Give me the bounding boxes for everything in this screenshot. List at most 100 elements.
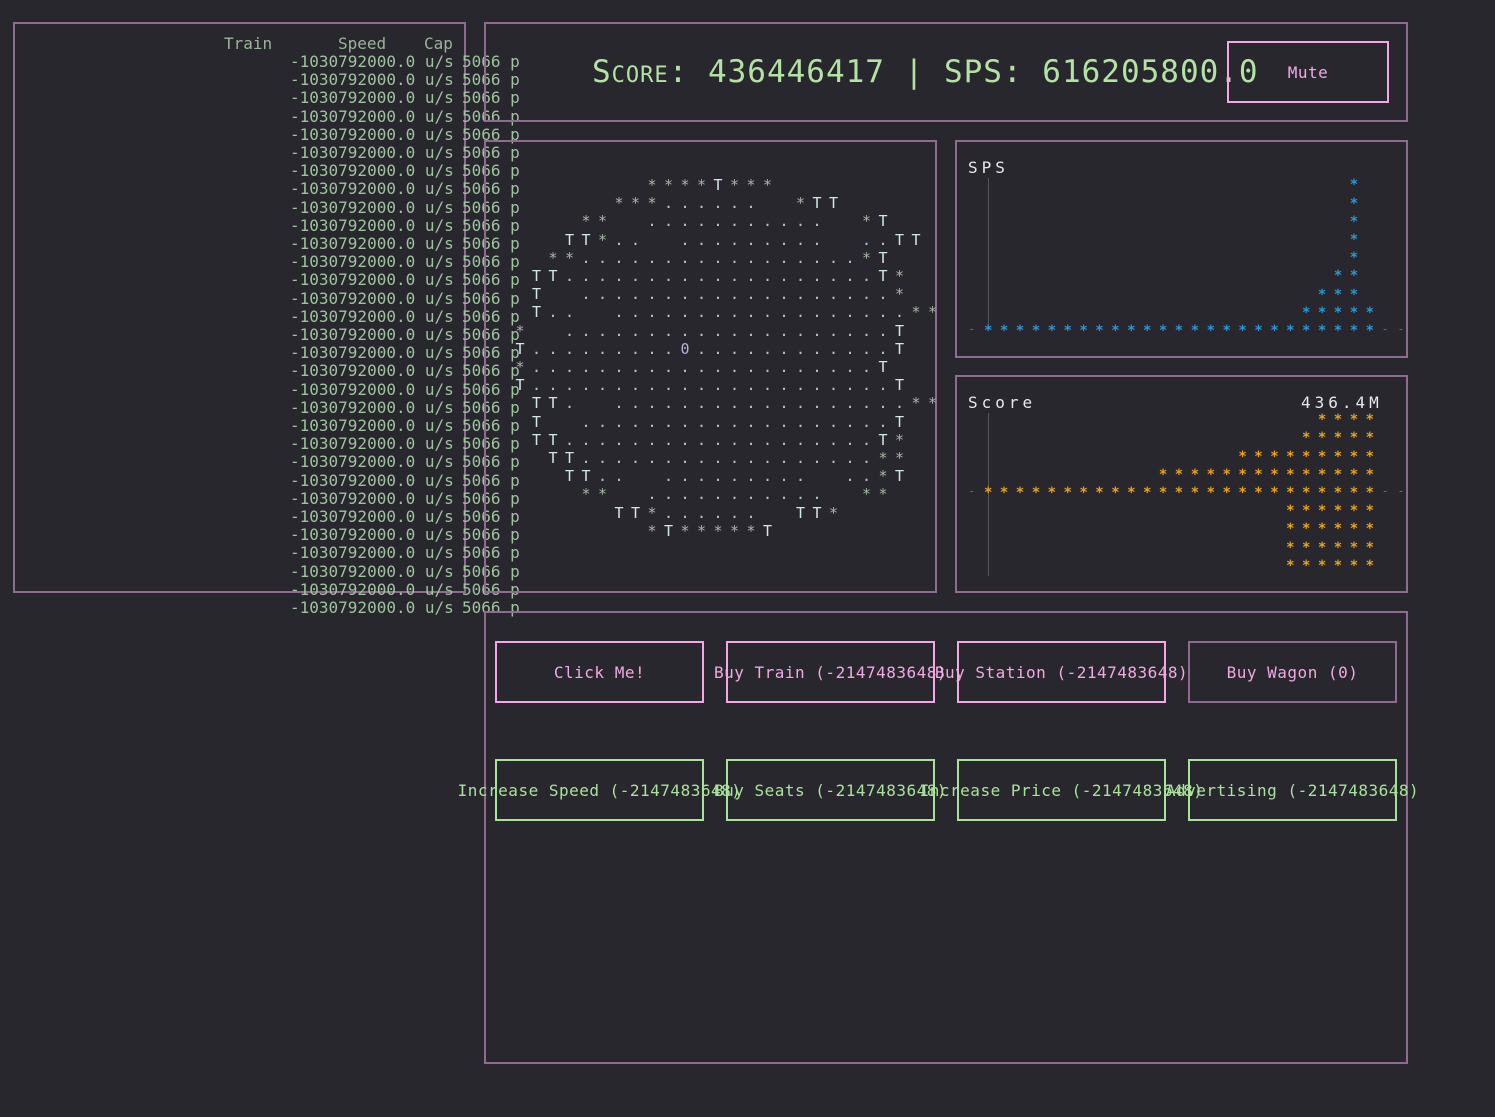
buy-seats-button[interactable]: Buy Seats (-2147483648) xyxy=(714,759,947,821)
track-dot: . xyxy=(795,267,806,285)
score-graph-point: * xyxy=(1333,503,1343,520)
track-rail: * xyxy=(696,176,707,194)
score-graph-point: * xyxy=(1365,466,1375,483)
sps-graph-point: * xyxy=(1079,323,1088,339)
track-dot: . xyxy=(614,267,624,285)
track-dot: . xyxy=(696,449,707,467)
train-speed: -1030792000.0 u/s xyxy=(290,288,454,308)
track-dot: . xyxy=(746,503,756,522)
track-dot: . xyxy=(630,412,641,431)
score-graph-point: * xyxy=(1317,448,1327,465)
advertising-button[interactable]: Advertising (-2147483648) xyxy=(1166,759,1419,821)
track-dot: . xyxy=(762,485,773,504)
track-rail: * xyxy=(614,194,624,213)
track-dot: . xyxy=(828,449,839,467)
track-dot: . xyxy=(680,267,690,285)
buy-train-button[interactable]: Buy Train (-2147483648) xyxy=(714,641,947,703)
track-dot: . xyxy=(861,376,872,395)
track-dot: . xyxy=(696,430,707,449)
track-dot: . xyxy=(713,467,723,486)
track-dot: . xyxy=(680,194,690,213)
track-dot: . xyxy=(779,394,789,413)
mute-button[interactable]: Mute xyxy=(1227,41,1389,103)
score-graph-point: * xyxy=(1349,503,1359,520)
track-dot: . xyxy=(564,339,575,358)
train-speed: -1030792000.0 u/s xyxy=(290,306,454,326)
increase-price-button[interactable]: Increase Price (-2147483648) xyxy=(920,759,1203,821)
track-dot: . xyxy=(746,194,756,213)
score-graph-point: * xyxy=(984,485,993,501)
track-dot: . xyxy=(878,230,888,249)
track-dot: . xyxy=(845,376,855,395)
track-dot: . xyxy=(812,430,822,449)
track-rail: * xyxy=(927,303,938,322)
sps-graph-point: * xyxy=(1302,323,1311,339)
train-marker: T xyxy=(564,449,575,467)
sps-graph-point: * xyxy=(1174,323,1184,339)
train-marker: T xyxy=(548,394,558,413)
score-graph-point: * xyxy=(1095,485,1104,501)
track-rail: * xyxy=(680,521,690,540)
track-dot: . xyxy=(531,376,542,395)
sps-graph-point: * xyxy=(1190,323,1200,339)
sps-graph-point: * xyxy=(1111,323,1120,339)
track-dot: . xyxy=(795,339,806,358)
track-dot: . xyxy=(564,267,575,285)
track-dot: . xyxy=(828,358,839,376)
sps-graph-point: * xyxy=(1254,323,1263,339)
track-dot: . xyxy=(729,467,740,486)
sps-graph-point: * xyxy=(1333,286,1343,303)
track-rail: * xyxy=(515,358,525,376)
track-dot: . xyxy=(746,230,756,249)
train-speed: -1030792000.0 u/s xyxy=(290,507,454,526)
track-dot: . xyxy=(762,376,773,395)
train-marker: T xyxy=(531,412,542,431)
track-dot: . xyxy=(845,248,855,267)
track-rail: * xyxy=(828,503,839,522)
track-dot: . xyxy=(696,248,707,267)
track-dot: . xyxy=(663,376,674,395)
track-dot: . xyxy=(581,430,591,449)
score-graph-point: * xyxy=(1047,485,1057,501)
track-dot: . xyxy=(647,339,657,358)
buy-station-button[interactable]: Buy Station (-2147483648) xyxy=(935,641,1188,703)
score-graph-point: * xyxy=(1333,539,1343,556)
track-dot: . xyxy=(614,449,624,467)
track-dot: . xyxy=(845,358,855,376)
track-dot: . xyxy=(878,339,888,358)
score-graph-point: * xyxy=(1158,466,1168,483)
track-dot: . xyxy=(812,248,822,267)
track-dot: . xyxy=(845,430,855,449)
track-dot: . xyxy=(878,376,888,395)
track-dot: . xyxy=(564,430,575,449)
track-dot: . xyxy=(779,248,789,267)
train-marker: T xyxy=(894,339,905,358)
increase-speed-button[interactable]: Increase Speed (-2147483648) xyxy=(458,759,741,821)
track-rail: * xyxy=(663,176,674,194)
score-graph-point: * xyxy=(1190,485,1200,501)
track-dot: . xyxy=(812,412,822,431)
track-dot: . xyxy=(894,394,905,413)
train-speed: -1030792000.0 u/s xyxy=(290,488,454,508)
sps-graph-point: * xyxy=(1015,323,1025,339)
score-graph-point: * xyxy=(1349,557,1359,574)
click-me-button[interactable]: Click Me! xyxy=(495,641,704,703)
sps-axis-tick: - xyxy=(1397,322,1405,336)
track-dot: . xyxy=(828,321,839,340)
sps-graph-point: * xyxy=(1143,323,1152,339)
train-marker: T xyxy=(878,358,888,376)
sps-graph-point: * xyxy=(1349,304,1359,321)
track-dot: . xyxy=(630,267,641,285)
track-dot: . xyxy=(680,394,690,413)
track-dot: . xyxy=(630,449,641,467)
track-rail: * xyxy=(894,267,905,285)
buy-wagon-button[interactable]: Buy Wagon (0) xyxy=(1188,641,1397,703)
track-dot: . xyxy=(746,394,756,413)
track-dot: . xyxy=(795,303,806,322)
track-dot: . xyxy=(746,248,756,267)
track-rail: * xyxy=(647,521,657,540)
track-dot: . xyxy=(597,449,608,467)
track-dot: . xyxy=(812,376,822,395)
track-dot: . xyxy=(696,503,707,522)
track-dot: . xyxy=(663,248,674,267)
